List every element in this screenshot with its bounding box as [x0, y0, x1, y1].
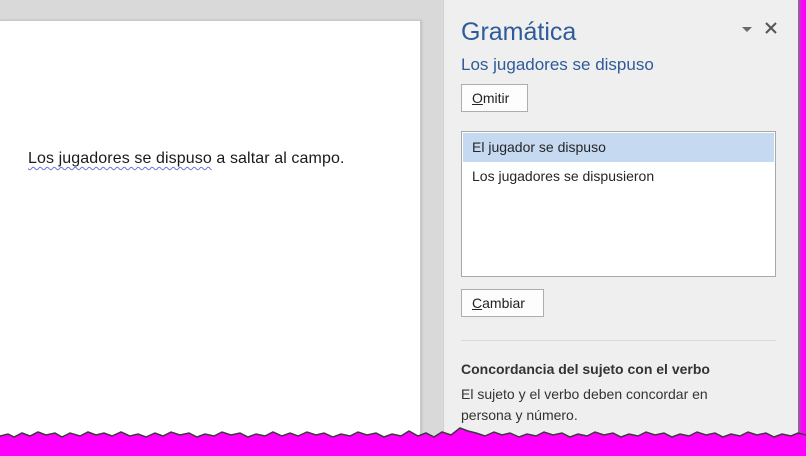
document-area: Los jugadores se dispuso a saltar al cam…: [0, 0, 442, 440]
change-button-accel: C: [472, 295, 483, 311]
close-icon[interactable]: [762, 19, 780, 37]
torn-edge: [0, 427, 806, 456]
suggestions-list[interactable]: El jugador se dispuso Los jugadores se d…: [461, 131, 776, 277]
rule-description: El sujeto y el verbo deben concordar en …: [461, 386, 708, 423]
change-button-label: ambiar: [482, 295, 525, 311]
grammar-error-text[interactable]: Los jugadores se dispuso: [28, 150, 212, 167]
error-sentence: Los jugadores se dispuso: [461, 55, 654, 74]
document-page[interactable]: Los jugadores se dispuso a saltar al cam…: [0, 20, 421, 440]
omit-button-label: mitir: [482, 90, 510, 106]
change-button[interactable]: Cambiar: [461, 289, 544, 317]
grammar-pane: Gramática Los jugadores se dispuso Omiti…: [443, 0, 799, 440]
suggestion-item[interactable]: El jugador se dispuso: [463, 133, 774, 162]
omit-button[interactable]: Omitir: [461, 84, 528, 112]
dropdown-triangle-icon[interactable]: [740, 22, 754, 36]
word-window: Los jugadores se dispuso a saltar al cam…: [0, 0, 800, 440]
rule-title: Concordancia del sujeto con el verbo: [461, 361, 710, 377]
pane-title: Gramática: [461, 18, 577, 46]
document-text-rest: a saltar al campo.: [211, 150, 345, 167]
document-text[interactable]: Los jugadores se dispuso a saltar al cam…: [28, 150, 345, 168]
suggestion-item[interactable]: Los jugadores se dispusieron: [463, 162, 774, 191]
divider: [461, 340, 776, 341]
omit-button-accel: O: [472, 90, 483, 106]
frame-shadow: [798, 0, 802, 440]
